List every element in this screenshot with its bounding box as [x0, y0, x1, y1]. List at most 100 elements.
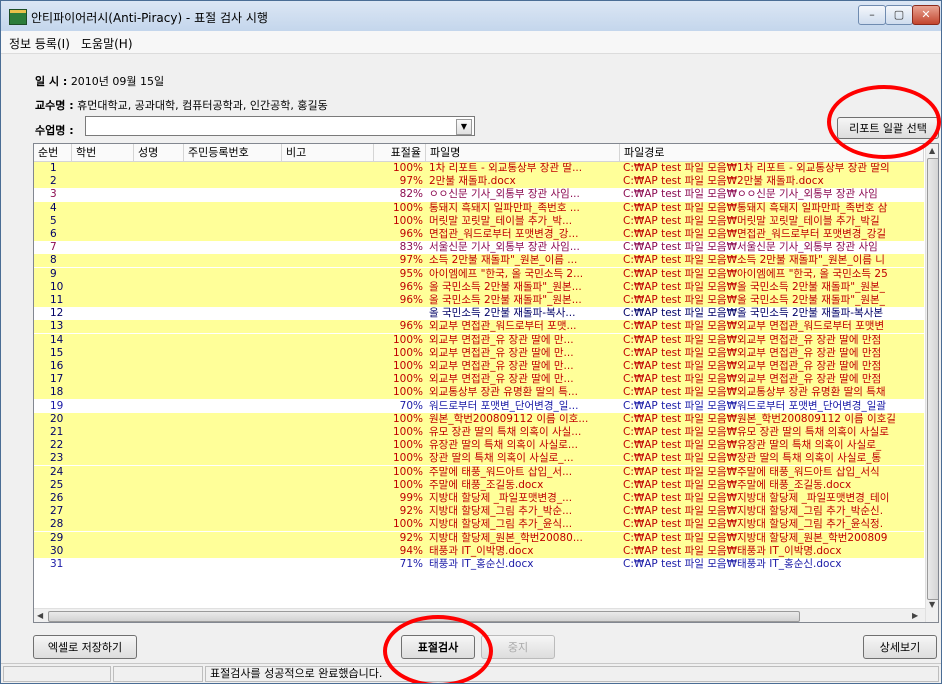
table-row[interactable]: 18 100% 외교통상부 장관 유명환 딸의 특... C:₩AP test 파일 …: [34, 386, 924, 400]
cell-filename: 서울신문 기사_외통부 장관 사임...: [429, 241, 580, 254]
table-row[interactable]: 20 100% 원본_학번200809112 이름 이호... C:₩AP test …: [34, 412, 924, 426]
table-row[interactable]: 15 100% 외교부 면접관_유 장관 딸에 만... C:₩AP test 파일 …: [34, 346, 924, 360]
menu-help[interactable]: 도움말(H): [81, 35, 133, 52]
cell-num: 8: [50, 254, 57, 267]
cell-filename: 올 국민소득 2만불 재돌파"_원본...: [429, 280, 582, 293]
menu-info-register[interactable]: 정보 등록(I): [9, 35, 70, 52]
cell-rate: 100%: [392, 333, 423, 346]
cell-num: 30: [50, 544, 64, 557]
detail-view-button[interactable]: 상세보기: [863, 635, 937, 659]
window-title: 안티파이어러시(Anti-Piracy) - 표절 검사 시행: [31, 11, 268, 25]
report-batch-select-button[interactable]: 리포트 일괄 선택: [837, 117, 939, 139]
table-row[interactable]: 26 99% 지방대 할당제 _파일포맷변경_... C:₩AP test 파일 모음…: [34, 492, 924, 505]
cell-num: 26: [50, 492, 64, 504]
cell-rate: 100%: [392, 412, 423, 425]
table-row[interactable]: 5 100% 머릿말 꼬릿말_테이블 추가_박... C:₩AP test 파일 모음…: [34, 214, 924, 228]
table-row[interactable]: 13 96% 외교부 면접관_워드로부터 포맷... C:₩AP test 파일 모음…: [34, 320, 924, 334]
subject-select[interactable]: ▼: [85, 116, 475, 136]
cell-filename: 외교통상부 장관 유명환 딸의 특...: [429, 386, 578, 399]
cell-num: 3: [50, 188, 57, 201]
scroll-right-icon[interactable]: ▶: [912, 611, 918, 620]
minimize-button[interactable]: –: [858, 5, 886, 25]
cell-filepath: C:₩AP test 파일 모음₩유장관 딸의 특채 의혹이 사실로_: [623, 439, 882, 452]
cell-rate: 96%: [399, 228, 423, 240]
table-row[interactable]: 31 71% 태풍과 IT_홍순신.docx C:₩AP test 파일 모음₩태풍과…: [34, 558, 924, 571]
cell-num: 4: [50, 201, 57, 214]
cell-filename: 주말에 태풍_워드아트 삽입_서...: [429, 465, 573, 478]
table-row[interactable]: 21 100% 유모 장관 딸의 특채 의혹이 사실... C:₩AP test 파일…: [34, 426, 924, 439]
results-table: 순번 학번 성명 주민등록번호 비고 표절율 파일명 파일경로 1 100% 1차 …: [33, 143, 939, 623]
table-row[interactable]: 1 100% 1차 리포트 - 외교통상부 장관 딸... C:₩AP test 파일…: [34, 162, 924, 175]
table-row[interactable]: 11 96% 올 국민소득 2만불 재돌파"_원본... C:₩AP test 파일 …: [34, 294, 924, 307]
table-row[interactable]: 8 97% 소득 2만불 재돌파"_원본_이름 ... C:₩AP test 파일 모…: [34, 254, 924, 268]
table-row[interactable]: 7 83% 서울신문 기사_외통부 장관 사임... C:₩AP test 파일 모음…: [34, 241, 924, 255]
cell-filepath: C:₩AP test 파일 모음₩머릿말 꼬릿말_테이블 추가_박길: [623, 214, 880, 227]
cell-num: 9: [50, 267, 57, 280]
cell-filename: 외교부 면접관_유 장관 딸에 만...: [429, 346, 574, 359]
header-resident-id[interactable]: 주민등록번호: [184, 144, 282, 161]
cell-num: 11: [50, 294, 64, 306]
table-row[interactable]: 6 96% 면접관_워드로부터 포맷변경_강... C:₩AP test 파일 모음₩…: [34, 228, 924, 241]
cell-rate: 100%: [392, 360, 423, 372]
cell-filepath: C:₩AP test 파일 모음₩서울신문 기사_외통부 장관 사임: [623, 241, 878, 254]
scroll-left-icon[interactable]: ◀: [37, 611, 43, 620]
cell-rate: 100%: [392, 478, 423, 491]
header-rate[interactable]: 표절율: [374, 144, 426, 161]
scroll-up-icon[interactable]: ▲: [929, 146, 935, 155]
table-row[interactable]: 17 100% 외교부 면접관_유 장관 딸에 만... C:₩AP test 파일 …: [34, 373, 924, 387]
cell-filepath: C:₩AP test 파일 모음₩워드로부터 포맷변_단어변경_일괄: [623, 399, 887, 412]
maximize-button[interactable]: ▢: [885, 5, 913, 25]
vertical-scrollbar[interactable]: ▲ ▼: [925, 144, 938, 622]
table-row[interactable]: 30 94% 태풍과 IT_이박명.docx C:₩AP test 파일 모음₩태풍과…: [34, 544, 924, 558]
cell-num: 20: [50, 412, 64, 425]
app-icon: [9, 9, 27, 25]
cell-filename: ㅇㅇ신문 기사_외통부 장관 사임...: [429, 188, 580, 201]
excel-save-button[interactable]: 엑셀로 저장하기: [33, 635, 137, 659]
table-row[interactable]: 16 100% 외교부 면접관_유 장관 딸에 만... C:₩AP test 파일 …: [34, 360, 924, 373]
header-name[interactable]: 성명: [134, 144, 184, 161]
table-row[interactable]: 14 100% 외교부 면접관_유 장관 딸에 만... C:₩AP test 파일 …: [34, 333, 924, 347]
table-row[interactable]: 2 97% 2만불 재돌파.docx C:₩AP test 파일 모음₩2만불 재돌파…: [34, 175, 924, 189]
table-row[interactable]: 10 96% 올 국민소득 2만불 재돌파"_원본... C:₩AP test 파일 …: [34, 280, 924, 294]
close-button[interactable]: ✕: [912, 5, 940, 25]
cell-num: 29: [50, 531, 64, 544]
cell-filepath: C:₩AP test 파일 모음₩올 국민소득 2만불 재돌파-복사본: [623, 307, 884, 320]
table-row[interactable]: 27 92% 지방대 할당제_그림 추가_박순... C:₩AP test 파일 모음…: [34, 505, 924, 519]
table-row[interactable]: 28 100% 지방대 할당제_그림 추가_윤식... C:₩AP test 파일 모…: [34, 518, 924, 532]
header-path[interactable]: 파일경로: [620, 144, 924, 161]
header-file[interactable]: 파일명: [426, 144, 620, 161]
cell-filepath: C:₩AP test 파일 모음₩2만불 재돌파.docx: [623, 175, 824, 188]
cell-filepath: C:₩AP test 파일 모음₩외교부 면접관_유 장관 딸에 만점: [623, 373, 882, 386]
header-student-id[interactable]: 학번: [72, 144, 134, 161]
scroll-down-icon[interactable]: ▼: [929, 600, 935, 609]
cell-num: 12: [50, 307, 64, 320]
cell-filepath: C:₩AP test 파일 모음₩소득 2만불 재돌파"_원본_이름 니: [623, 254, 885, 267]
dropdown-arrow-icon[interactable]: ▼: [456, 119, 472, 135]
cell-filename: 유모 장관 딸의 특채 의혹이 사실...: [429, 426, 582, 438]
date-label: 일 시 :: [35, 75, 68, 88]
plagiarism-check-button[interactable]: 표절검사: [401, 635, 475, 659]
table-row[interactable]: 22 100% 유장관 딸의 특채 의혹이 사실로... C:₩AP test 파일 …: [34, 439, 924, 453]
header-num[interactable]: 순번: [34, 144, 72, 161]
table-row[interactable]: 23 100% 장관 딸의 특채 의혹이 사실로_... C:₩AP test 파일 …: [34, 452, 924, 466]
cell-filename: 외교부 면접관_유 장관 딸에 만...: [429, 360, 574, 372]
stop-button[interactable]: 중지: [481, 635, 555, 659]
cell-filepath: C:₩AP test 파일 모음₩원본_학번200809112 이름 이호길: [623, 412, 896, 425]
table-row[interactable]: 4 100% 통돼지 흑돼지 일파만파_족번호 ... C:₩AP test 파일 모…: [34, 201, 924, 215]
cell-rate: 100%: [392, 201, 423, 214]
table-row[interactable]: 25 100% 주말에 태풍_조길동.docx C:₩AP test 파일 모음₩주말…: [34, 478, 924, 492]
header-note[interactable]: 비고: [282, 144, 374, 161]
table-row[interactable]: 24 100% 주말에 태풍_워드아트 삽입_서... C:₩AP test 파일 모…: [34, 465, 924, 479]
table-row[interactable]: 3 82% ㅇㅇ신문 기사_외통부 장관 사임... C:₩AP test 파일 모음…: [34, 188, 924, 202]
cell-rate: 83%: [399, 241, 423, 254]
horizontal-scroll-thumb[interactable]: [48, 611, 800, 622]
cell-rate: 100%: [392, 439, 423, 452]
professor-label: 교수명 :: [35, 99, 74, 112]
cell-rate: [344, 307, 426, 320]
table-row[interactable]: 9 95% 아이엠에프 "한국, 올 국민소득 2... C:₩AP test 파일 …: [34, 267, 924, 281]
horizontal-scrollbar[interactable]: ◀ ▶: [34, 608, 925, 622]
vertical-scroll-thumb[interactable]: [927, 158, 938, 600]
table-row[interactable]: 19 70% 워드로부터 포맷변_단어변경_일... C:₩AP test 파일 모음…: [34, 399, 924, 413]
table-row[interactable]: 29 92% 지방대 할당제_원본_학번20080... C:₩AP test 파일 …: [34, 531, 924, 545]
table-row[interactable]: 12 올 국민소득 2만불 재돌파-복사... C:₩AP test 파일 모음₩올…: [34, 307, 924, 321]
